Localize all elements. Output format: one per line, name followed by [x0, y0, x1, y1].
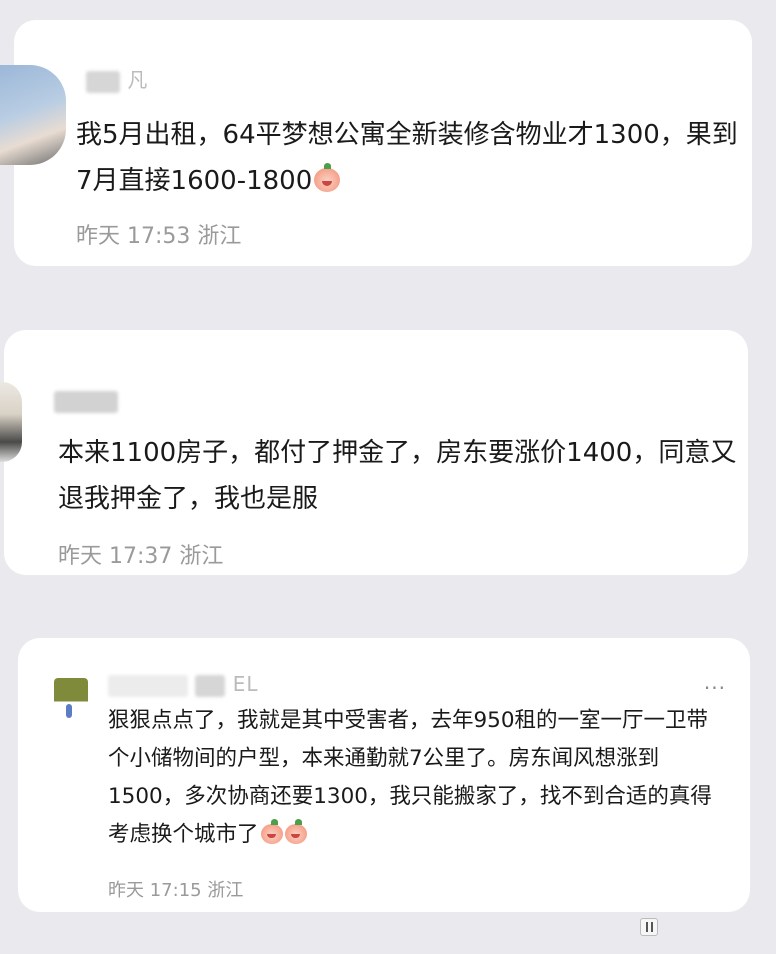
blurred-name-block [195, 674, 226, 697]
comment-time: 昨天 17:37 [58, 544, 173, 569]
comment-card: 凡 我5月出租，64平梦想公寓全新装修含物业才1300，果到7月直接1600-1… [0, 20, 752, 266]
comment-text: 我5月出租，64平梦想公寓全新装修含物业才1300，果到7月直接1600-180… [76, 120, 738, 196]
comment-location: 浙江 [179, 544, 224, 569]
comment-meta: 昨天 17:53 浙江 [76, 218, 241, 250]
crying-peach-emoji [314, 163, 341, 192]
comment-meta: 昨天 17:37 浙江 [58, 538, 223, 570]
comment-time: 昨天 17:53 [76, 224, 191, 249]
comment-location: 浙江 [197, 224, 242, 249]
user-avatar[interactable] [0, 65, 66, 165]
comment-card: EL ··· 狠狠点点了，我就是其中受害者，去年950租的一室一厅一卫带个小储物… [18, 638, 750, 912]
comment-card: 本来1100房子，都付了押金了，房东要涨价1400，同意又退我押金了，我也是服 … [0, 330, 748, 575]
more-options-icon[interactable]: ··· [704, 676, 726, 700]
comment-location: 浙江 [207, 880, 244, 901]
comment-meta: 昨天 17:15 浙江 [108, 876, 243, 902]
username[interactable]: EL [108, 672, 259, 697]
user-avatar[interactable] [54, 678, 88, 730]
blurred-name-block [108, 674, 188, 697]
comment-text: 狠狠点点了，我就是其中受害者，去年950租的一室一厅一卫带个小储物间的户型，本来… [108, 708, 712, 847]
blurred-name-block [86, 70, 120, 93]
username[interactable] [54, 388, 118, 413]
pause-icon[interactable] [640, 918, 658, 936]
peach-face-emoji [260, 819, 283, 844]
user-avatar[interactable] [0, 382, 22, 462]
comment-text: 本来1100房子，都付了押金了，房东要涨价1400，同意又退我押金了，我也是服 [58, 438, 737, 514]
comment-time: 昨天 17:15 [108, 880, 202, 901]
avatar-figure [66, 704, 72, 718]
username[interactable]: 凡 [86, 64, 148, 93]
peach-face-emoji [284, 819, 307, 844]
blurred-name-block [54, 390, 118, 413]
